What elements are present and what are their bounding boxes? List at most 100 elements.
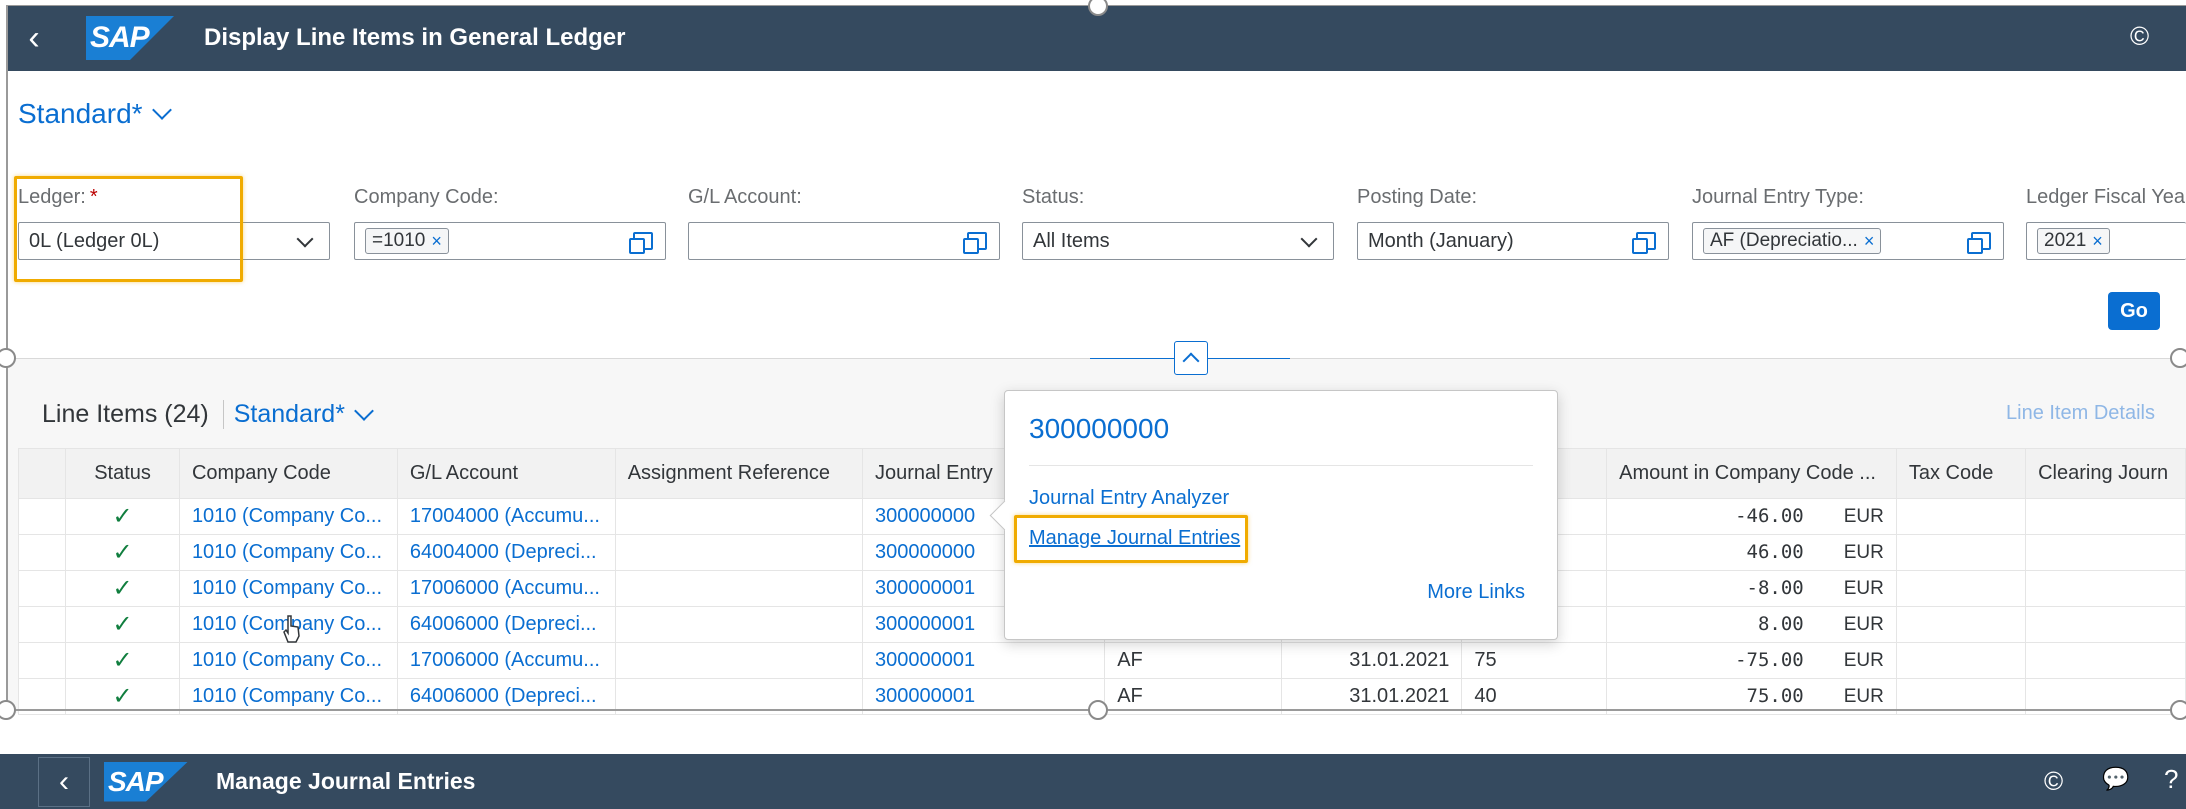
column-header-assignment-reference[interactable]: Assignment Reference <box>614 448 863 499</box>
amount-cell: 46.00 EUR <box>1606 534 1897 571</box>
copilot-icon[interactable]: © <box>2130 21 2149 52</box>
checkmark-icon: ✓ <box>65 570 180 607</box>
filter-ledger-fiscal-year: Ledger Fiscal Year 2021 × <box>2026 186 2186 260</box>
value-help-icon[interactable] <box>1967 232 1991 254</box>
sap-logo[interactable]: SAP <box>104 761 188 802</box>
company-code-link[interactable]: 1010 (Company Co... <box>178 570 398 607</box>
company-code-token[interactable]: =1010 × <box>365 228 449 254</box>
company-code-link[interactable]: 1010 (Company Co... <box>178 642 398 679</box>
app-title: Manage Journal Entries <box>216 768 476 794</box>
filter-label: Posting Date: <box>1357 186 1478 208</box>
chevron-up-icon <box>1182 352 1200 370</box>
clearing-cell <box>2025 498 2186 535</box>
table-variant-selector[interactable]: Standard* <box>222 400 374 429</box>
type-cell: AF <box>1104 642 1283 679</box>
resize-handle[interactable] <box>0 700 16 720</box>
journal-entry-link[interactable]: 300000001 <box>861 642 1106 679</box>
filter-label: Company Code: <box>354 186 499 208</box>
posting-date-value: Month (January) <box>1368 229 1514 252</box>
filter-gl-account: G/L Account: <box>688 186 1000 260</box>
chevron-down-icon[interactable] <box>1300 230 1318 248</box>
status-value: All Items <box>1033 229 1110 252</box>
checkmark-icon: ✓ <box>65 534 180 571</box>
chevron-down-icon <box>151 100 172 120</box>
back-button[interactable]: ‹ <box>38 756 90 807</box>
column-header[interactable] <box>17 448 67 499</box>
table-title: Line Items (24) <box>42 400 209 428</box>
resize-handle[interactable] <box>2170 700 2186 720</box>
row-selector[interactable] <box>17 606 67 643</box>
checkmark-icon: ✓ <box>65 498 180 535</box>
company-code-input[interactable]: =1010 × <box>354 222 666 260</box>
filter-label: G/L Account: <box>688 186 802 208</box>
gl-account-link[interactable]: 64006000 (Depreci... <box>396 606 616 643</box>
company-code-link[interactable]: 1010 (Company Co... <box>178 534 398 571</box>
value-help-icon[interactable] <box>629 232 653 254</box>
close-icon[interactable]: × <box>1864 231 1875 252</box>
filter-journal-entry-type: Journal Entry Type: AF (Depreciatio... × <box>1692 186 2004 260</box>
gl-account-link[interactable]: 64004000 (Depreci... <box>396 534 616 571</box>
close-icon[interactable]: × <box>2092 231 2103 252</box>
go-button[interactable]: Go <box>2108 292 2160 330</box>
status-select[interactable]: All Items <box>1022 222 1334 260</box>
gl-account-link[interactable]: 17006000 (Accumu... <box>396 642 616 679</box>
filter-company-code: Company Code: =1010 × <box>354 186 666 260</box>
company-code-link[interactable]: 1010 (Company Co... <box>178 498 398 535</box>
popover-title: 300000000 <box>1029 413 1170 444</box>
journal-entry-type-input[interactable]: AF (Depreciatio... × <box>1692 222 2004 260</box>
amount-cell: -46.00 EUR <box>1606 498 1897 535</box>
chevron-down-icon[interactable] <box>296 230 314 248</box>
variant-label: Standard* <box>18 98 143 129</box>
ledger-fiscal-year-input[interactable]: 2021 × <box>2026 222 2186 260</box>
collapse-header-button[interactable] <box>1174 341 1208 375</box>
column-header-tax-code[interactable]: Tax Code <box>1895 448 2027 499</box>
row-selector[interactable] <box>17 534 67 571</box>
amount-cell: 8.00 EUR <box>1606 606 1897 643</box>
gl-account-input[interactable] <box>688 222 1000 260</box>
resize-handle[interactable] <box>2170 348 2186 368</box>
journal-entry-analyzer-link[interactable]: Journal Entry Analyzer <box>1029 487 1229 510</box>
column-header-gl-account[interactable]: G/L Account <box>396 448 616 499</box>
assignment-cell <box>614 534 863 571</box>
table-row[interactable]: ✓ 1010 (Company Co... 17006000 (Accumu..… <box>17 642 2186 679</box>
filter-posting-date: Posting Date: Month (January) <box>1357 186 1669 260</box>
checkmark-icon: ✓ <box>65 606 180 643</box>
column-header-amount[interactable]: Amount in Company Code ... <box>1606 448 1897 499</box>
assignment-cell <box>614 642 863 679</box>
filter-label: Ledger Fiscal Year <box>2026 186 2186 208</box>
date-cell: 31.01.2021 <box>1281 642 1463 679</box>
close-icon[interactable]: × <box>431 231 442 252</box>
clearing-cell <box>2025 570 2186 607</box>
gl-account-link[interactable]: 17006000 (Accumu... <box>396 570 616 607</box>
tax-code-cell <box>1895 498 2027 535</box>
feedback-icon[interactable]: 💬 <box>2102 766 2129 792</box>
posting-date-input[interactable]: Month (January) <box>1357 222 1669 260</box>
tax-code-cell <box>1895 534 2027 571</box>
tax-code-cell <box>1895 570 2027 607</box>
variant-selector[interactable]: Standard* <box>18 98 172 130</box>
column-header-status[interactable]: Status <box>65 448 180 499</box>
filter-label: Journal Entry Type: <box>1692 186 1864 208</box>
copilot-icon[interactable]: © <box>2044 766 2063 797</box>
row-selector[interactable] <box>17 570 67 607</box>
resize-handle[interactable] <box>1088 700 1108 720</box>
assignment-cell <box>614 498 863 535</box>
clearing-cell <box>2025 642 2186 679</box>
fiscal-year-token[interactable]: 2021 × <box>2037 228 2110 254</box>
value-help-icon[interactable] <box>1632 232 1656 254</box>
journal-entry-type-token[interactable]: AF (Depreciatio... × <box>1703 228 1882 254</box>
assignment-cell <box>614 570 863 607</box>
amount-cell: -8.00 EUR <box>1606 570 1897 607</box>
line-item-details-button[interactable]: Line Item Details <box>2006 402 2155 425</box>
back-button[interactable]: ‹ <box>6 10 62 66</box>
column-header-company-code[interactable]: Company Code <box>178 448 398 499</box>
more-links-link[interactable]: More Links <box>1427 581 1525 604</box>
column-header-clearing-journal[interactable]: Clearing Journ <box>2025 448 2186 499</box>
chevron-down-icon <box>354 400 374 421</box>
gl-account-link[interactable]: 17004000 (Accumu... <box>396 498 616 535</box>
value-help-icon[interactable] <box>963 232 987 254</box>
help-icon[interactable]: ? <box>2164 764 2178 795</box>
sap-logo[interactable]: SAP <box>86 16 174 60</box>
row-selector[interactable] <box>17 642 67 679</box>
row-selector[interactable] <box>17 498 67 535</box>
